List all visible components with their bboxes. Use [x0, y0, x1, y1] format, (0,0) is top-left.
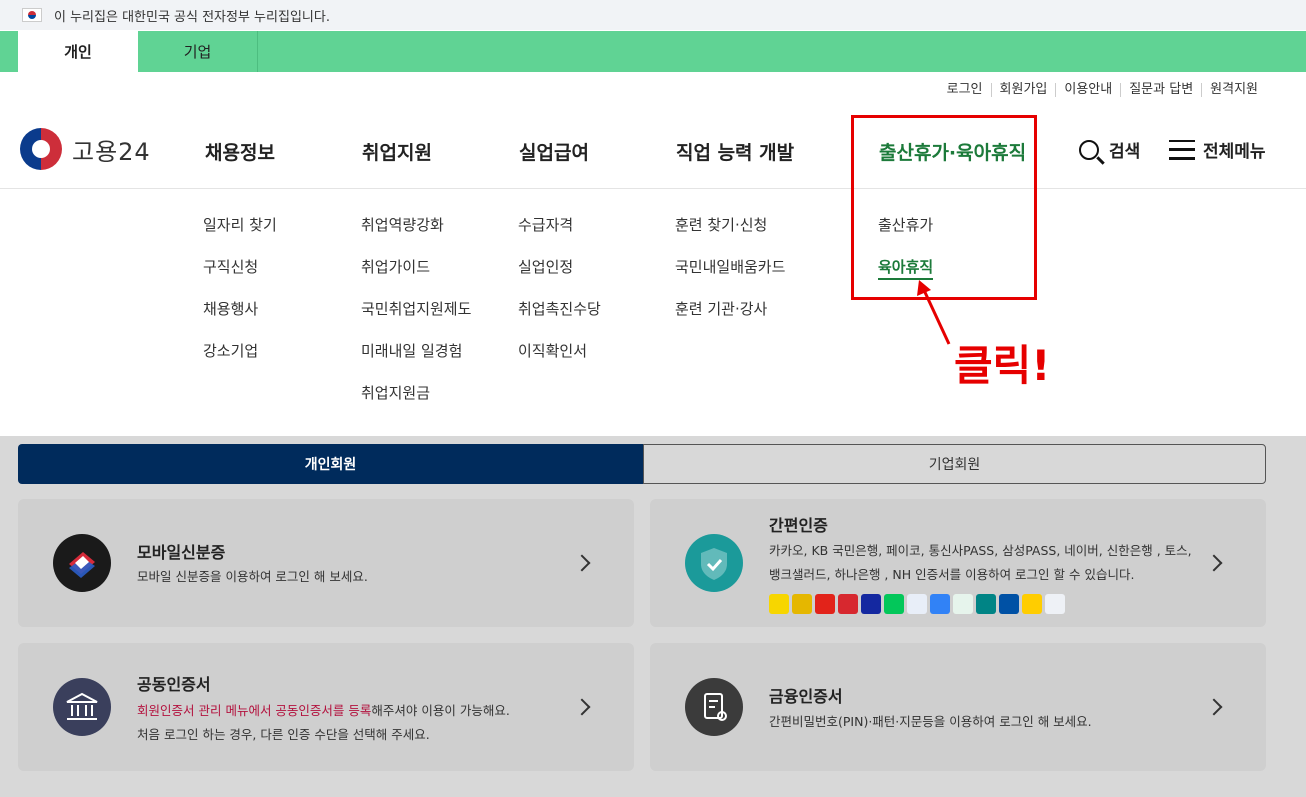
submenu-item[interactable]: 국민내일배움카드	[675, 256, 785, 298]
gov-banner: 이 누리집은 대한민국 공식 전자정부 누리집입니다.	[0, 0, 1306, 30]
hana-bank-icon	[976, 594, 996, 614]
card-desc: 간편비밀번호(PIN)·패턴·지문등을 이용하여 로그인 해 보세요.	[769, 714, 1092, 729]
toss-icon	[930, 594, 950, 614]
chevron-right-icon	[1205, 554, 1223, 572]
payco-icon	[815, 594, 835, 614]
tab-corporate-member[interactable]: 기업회원	[643, 444, 1266, 484]
submenu-item[interactable]: 훈련 기관·강사	[675, 298, 785, 340]
submenu-item[interactable]: 구직신청	[203, 256, 277, 298]
naver-icon	[884, 594, 904, 614]
gov-emblem-icon	[20, 128, 62, 170]
all-menu-label: 전체메뉴	[1203, 142, 1266, 162]
kb-bank-icon	[792, 594, 812, 614]
joint-cert-login-card[interactable]: 공동인증서 회원인증서 관리 메뉴에서 공동인증서를 등록해주셔야 이용이 가능…	[18, 643, 634, 771]
card-desc-line2: 처음 로그인 하는 경우, 다른 인증 수단을 선택해 주세요.	[137, 727, 430, 742]
gnb-recruit-info[interactable]: 채용정보	[205, 138, 275, 165]
annotation-arrow-icon	[917, 280, 951, 345]
korea-flag-icon	[22, 8, 42, 22]
submenu-item[interactable]: 취업가이드	[361, 256, 471, 298]
submenu-item[interactable]: 수급자격	[518, 214, 601, 256]
header-divider	[0, 188, 1306, 189]
gov-banner-text: 이 누리집은 대한민국 공식 전자정부 누리집입니다.	[54, 9, 330, 25]
guide-link[interactable]: 이용안내	[1055, 83, 1120, 97]
login-link[interactable]: 로그인	[939, 83, 991, 97]
card-title: 간편인증	[769, 516, 828, 535]
highlight-box	[851, 115, 1037, 300]
tab-personal-member[interactable]: 개인회원	[18, 444, 643, 484]
all-menu-button[interactable]: 전체메뉴	[1169, 137, 1266, 162]
signup-link[interactable]: 회원가입	[990, 83, 1056, 97]
annotation-label: 클릭!	[954, 341, 1051, 390]
audience-tab-bar: 개인 기업	[0, 31, 1306, 72]
shield-check-icon	[685, 534, 743, 592]
card-desc: 모바일 신분증을 이용하여 로그인 해 보세요.	[137, 569, 368, 584]
submenu-item[interactable]: 취업역량강화	[361, 214, 471, 256]
samsung-pass-icon	[861, 594, 881, 614]
chevron-right-icon	[573, 554, 591, 572]
card-title: 공동인증서	[137, 675, 211, 694]
logo-text: 고용24	[72, 137, 151, 166]
submenu-vocational-training: 훈련 찾기·신청 국민내일배움카드 훈련 기관·강사	[675, 214, 785, 340]
gnb-vocational-training[interactable]: 직업 능력 개발	[676, 138, 794, 165]
submenu-item[interactable]: 채용행사	[203, 298, 277, 340]
remote-support-link[interactable]: 원격지원	[1201, 83, 1266, 97]
card-desc-emphasis[interactable]: 회원인증서 관리 메뉴에서 공동인증서를 등록	[137, 703, 371, 718]
bank-building-icon	[53, 678, 111, 736]
submenu-item[interactable]: 취업촉진수당	[518, 298, 601, 340]
hamburger-icon	[1169, 139, 1195, 160]
gnb-employment-support[interactable]: 취업지원	[362, 138, 432, 165]
submenu-item[interactable]: 국민취업지원제도	[361, 298, 471, 340]
submenu-unemployment-benefit: 수급자격 실업인정 취업촉진수당 이직확인서	[518, 214, 601, 382]
tab-personal[interactable]: 개인	[18, 31, 138, 72]
banksalad-icon	[953, 594, 973, 614]
mobile-id-icon	[53, 534, 111, 592]
chevron-right-icon	[573, 698, 591, 716]
submenu-item[interactable]: 일자리 찾기	[203, 214, 277, 256]
document-cert-icon	[685, 678, 743, 736]
submenu-recruit-info: 일자리 찾기 구직신청 채용행사 강소기업	[203, 214, 277, 382]
submenu-item[interactable]: 실업인정	[518, 256, 601, 298]
mobile-id-login-card[interactable]: 모바일신분증 모바일 신분증을 이용하여 로그인 해 보세요.	[18, 499, 634, 627]
submenu-item[interactable]: 취업지원금	[361, 382, 471, 424]
submenu-item[interactable]: 미래내일 일경험	[361, 340, 471, 382]
card-title: 금융인증서	[769, 687, 843, 706]
simple-auth-login-card[interactable]: 간편인증 카카오, KB 국민은행, 페이코, 통신사PASS, 삼성PASS,…	[650, 499, 1266, 627]
submenu-item[interactable]: 훈련 찾기·신청	[675, 214, 785, 256]
gnb-unemployment-benefit[interactable]: 실업급여	[519, 138, 589, 165]
search-button[interactable]: 검색	[1079, 137, 1140, 162]
shinhan-icon	[907, 594, 927, 614]
auth-provider-badges	[769, 594, 1068, 614]
telecom-pass-icon	[838, 594, 858, 614]
site-logo[interactable]: 고용24	[20, 128, 151, 170]
search-icon	[1079, 139, 1099, 160]
submenu-item[interactable]: 강소기업	[203, 340, 277, 382]
finance-cert-login-card[interactable]: 금융인증서 간편비밀번호(PIN)·패턴·지문등을 이용하여 로그인 해 보세요…	[650, 643, 1266, 771]
card-desc-line1: 카카오, KB 국민은행, 페이코, 통신사PASS, 삼성PASS, 네이버,…	[769, 543, 1192, 558]
card-desc-line1: 회원인증서 관리 메뉴에서 공동인증서를 등록해주셔야 이용이 가능해요.	[137, 703, 510, 718]
kbank-icon	[1022, 594, 1042, 614]
kakao-icon	[769, 594, 789, 614]
qna-link[interactable]: 질문과 답변	[1120, 83, 1201, 97]
search-label: 검색	[1109, 142, 1141, 162]
woori-icon	[1045, 594, 1065, 614]
submenu-employment-support: 취업역량강화 취업가이드 국민취업지원제도 미래내일 일경험 취업지원금	[361, 214, 471, 424]
tab-corporate[interactable]: 기업	[138, 31, 258, 72]
card-title: 모바일신분증	[137, 543, 226, 562]
submenu-item[interactable]: 이직확인서	[518, 340, 601, 382]
chevron-right-icon	[1205, 698, 1223, 716]
utility-links: 로그인 회원가입 이용안내 질문과 답변 원격지원	[939, 83, 1266, 97]
nh-icon	[999, 594, 1019, 614]
card-desc-line2: 뱅크샐러드, 하나은행 , NH 인증서를 이용하여 로그인 할 수 있습니다.	[769, 567, 1135, 582]
